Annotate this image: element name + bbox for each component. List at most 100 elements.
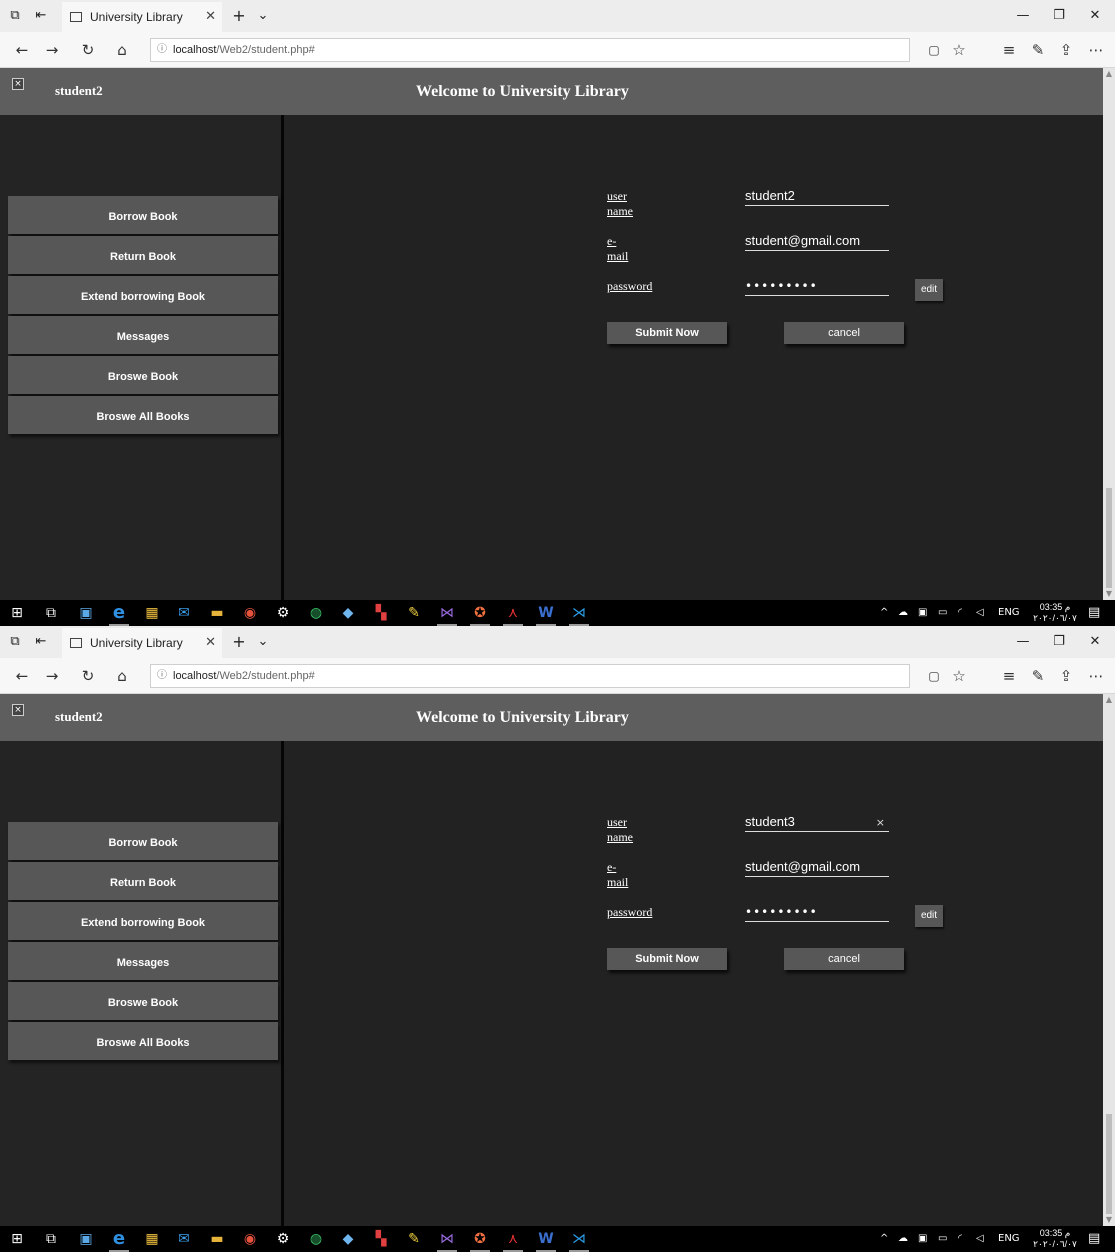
tab-preview-icon[interactable]: ⇤ [30,0,52,32]
sidebar-item-borrow-book[interactable]: Borrow Book [8,196,278,234]
volume-icon[interactable]: ◁ [976,600,984,626]
tab-actions-icon[interactable]: ⧉ [4,626,26,658]
forward-icon[interactable]: → [38,658,66,694]
reading-view-icon[interactable]: ▢ [920,32,948,68]
app-icon-1[interactable]: ▣ [75,1226,97,1252]
favorites-hub-icon[interactable]: ≡ [995,32,1023,68]
window-close-icon[interactable]: ✕ [1077,0,1113,32]
cancel-button[interactable]: cancel [784,322,904,344]
language-indicator[interactable]: ENG [998,600,1020,626]
notification-icon[interactable]: ▤ [1088,1226,1100,1252]
edge-icon[interactable]: e [108,600,130,626]
back-icon[interactable]: ← [8,32,36,68]
sidebar-item-browse-all-books[interactable]: Broswe All Books [8,1022,278,1060]
mail-icon[interactable]: ✉ [173,600,195,626]
tab-close-icon[interactable]: ✕ [205,2,216,32]
app-grid-icon[interactable]: ▚ [370,1226,392,1252]
submit-button[interactable]: Submit Now [607,322,727,344]
address-bar[interactable]: ⓘ localhost/Web2/student.php# [150,38,910,62]
sidebar-item-browse-book[interactable]: Broswe Book [8,356,278,394]
xampp-icon[interactable]: ✪ [469,600,491,626]
submit-button[interactable]: Submit Now [607,948,727,970]
notification-icon[interactable]: ▤ [1088,600,1100,626]
more-icon[interactable]: ⋯ [1082,32,1110,68]
minimize-icon[interactable]: — [1005,626,1041,658]
sidebar-item-messages[interactable]: Messages [8,316,278,354]
forward-icon[interactable]: → [38,32,66,68]
wifi-icon[interactable]: ◜ [958,1226,962,1252]
restore-icon[interactable]: ❐ [1041,0,1077,32]
scroll-down-icon[interactable]: ▼ [1103,1214,1115,1226]
store-icon[interactable]: ▦ [141,1226,163,1252]
scroll-up-icon[interactable]: ▲ [1103,68,1115,80]
onedrive-icon[interactable]: ☁ [898,600,908,626]
page-scrollbar[interactable]: ▲ ▼ [1103,68,1115,600]
edge-icon[interactable]: e [108,1226,130,1252]
xampp-icon[interactable]: ✪ [469,1226,491,1252]
new-tab-icon[interactable]: + [228,0,250,32]
password-field[interactable]: ••••••••• [745,278,889,296]
task-view-icon[interactable]: ⧉ [40,1226,62,1252]
email-field[interactable]: student@gmail.com [745,233,889,251]
share-icon[interactable]: ⇪ [1052,658,1080,694]
info-icon[interactable]: ⓘ [157,665,167,687]
reading-view-icon[interactable]: ▢ [920,658,948,694]
cancel-button[interactable]: cancel [784,948,904,970]
tray-app-icon[interactable]: ▣ [918,1226,927,1252]
tab-close-icon[interactable]: ✕ [205,628,216,658]
scroll-thumb[interactable] [1106,488,1112,588]
mail-icon[interactable]: ✉ [173,1226,195,1252]
sidebar-item-browse-all-books[interactable]: Broswe All Books [8,396,278,434]
sidebar-item-return-book[interactable]: Return Book [8,862,278,900]
username-field[interactable]: student2 [745,188,889,206]
wifi-icon[interactable]: ◜ [958,600,962,626]
scroll-down-icon[interactable]: ▼ [1103,588,1115,600]
tab-actions-icon[interactable]: ⧉ [4,0,26,32]
tray-app-icon[interactable]: ▣ [918,600,927,626]
vscode-icon[interactable]: ⋊ [568,1226,590,1252]
favorite-star-icon[interactable]: ☆ [945,32,973,68]
word-icon[interactable]: W [535,600,557,626]
sidebar-item-borrow-book[interactable]: Borrow Book [8,822,278,860]
file-explorer-icon[interactable]: ▬ [206,1226,228,1252]
new-tab-icon[interactable]: + [228,626,250,658]
windows-start-icon[interactable]: ⊞ [6,1226,28,1252]
acrobat-icon[interactable]: ⋏ [502,600,524,626]
notes-pen-icon[interactable]: ✎ [1024,658,1052,694]
battery-icon[interactable]: ▭ [938,1226,947,1252]
more-icon[interactable]: ⋯ [1082,658,1110,694]
minimize-icon[interactable]: — [1005,0,1041,32]
favorites-hub-icon[interactable]: ≡ [995,658,1023,694]
tab-preview-icon[interactable]: ⇤ [30,626,52,658]
visual-studio-icon[interactable]: ⋈ [436,600,458,626]
app-cube-icon[interactable]: ◆ [337,600,359,626]
scroll-thumb[interactable] [1106,1114,1112,1214]
windows-start-icon[interactable]: ⊞ [6,600,28,626]
volume-icon[interactable]: ◁ [976,1226,984,1252]
sidebar-item-extend-borrowing[interactable]: Extend borrowing Book [8,276,278,314]
tray-chevron-icon[interactable]: ^ [880,1226,888,1252]
app-grid-icon[interactable]: ▚ [370,600,392,626]
battery-icon[interactable]: ▭ [938,600,947,626]
home-icon[interactable]: ⌂ [108,658,136,694]
word-icon[interactable]: W [535,1226,557,1252]
app-icon-1[interactable]: ▣ [75,600,97,626]
system-clock[interactable]: 03:35 م ٢٠٢٠/٠٦/٠٧ [1030,1228,1080,1250]
store-icon[interactable]: ▦ [141,600,163,626]
paint-icon[interactable]: ✎ [403,600,425,626]
restore-icon[interactable]: ❐ [1041,626,1077,658]
info-icon[interactable]: ⓘ [157,39,167,61]
email-field[interactable]: student@gmail.com [745,859,889,877]
home-icon[interactable]: ⌂ [108,32,136,68]
refresh-icon[interactable]: ↻ [74,658,102,694]
page-scrollbar[interactable]: ▲ ▼ [1103,694,1115,1226]
sidebar-item-extend-borrowing[interactable]: Extend borrowing Book [8,902,278,940]
tab-dropdown-icon[interactable]: ⌄ [252,626,274,658]
chrome-icon[interactable]: ◉ [239,600,261,626]
system-clock[interactable]: 03:35 م ٢٠٢٠/٠٦/٠٧ [1030,602,1080,624]
sidebar-item-return-book[interactable]: Return Book [8,236,278,274]
favorite-star-icon[interactable]: ☆ [945,658,973,694]
notes-pen-icon[interactable]: ✎ [1024,32,1052,68]
tray-chevron-icon[interactable]: ^ [880,600,888,626]
settings-gear-icon[interactable]: ⚙ [272,1226,294,1252]
